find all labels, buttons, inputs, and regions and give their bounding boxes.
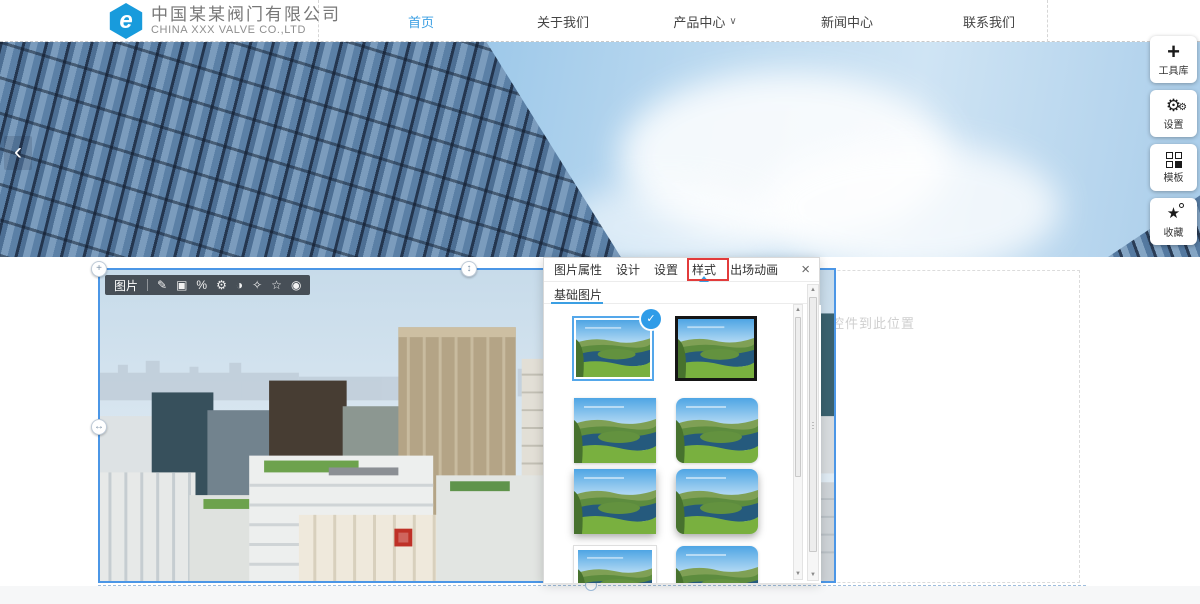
style-thumbnail[interactable] <box>676 546 758 583</box>
toolbar-type-label: 图片 <box>114 277 138 294</box>
chevron-down-icon: ∨ <box>729 16 736 27</box>
check-icon: ✓ <box>641 309 661 329</box>
nav-item-contact[interactable]: 联系我们 <box>918 0 1060 42</box>
template-grid-icon <box>1166 152 1182 168</box>
style-thumbnail[interactable] <box>574 398 656 463</box>
company-name-en: CHINA XXX VALVE CO.,LTD <box>151 24 341 37</box>
tab-image-properties[interactable]: 图片属性 <box>554 261 602 278</box>
templates-button[interactable]: 模板 <box>1150 144 1197 191</box>
style-thumbnail-grid: ✓ <box>544 305 821 583</box>
style-thumbnail[interactable] <box>675 316 757 381</box>
main-nav: 首页 关于我们 产品中心 ∨ 新闻中心 联系我们 <box>350 0 1060 42</box>
templates-label: 模板 <box>1164 169 1184 184</box>
banner-building-photo <box>0 42 640 257</box>
nav-item-products[interactable]: 产品中心 ∨ <box>634 0 776 42</box>
tab-settings[interactable]: 设置 <box>654 261 678 278</box>
star-badge-icon: ★ <box>1167 205 1180 223</box>
favorites-label: 收藏 <box>1164 224 1184 239</box>
scroll-down-icon[interactable]: ▼ <box>794 569 802 579</box>
close-icon[interactable]: × <box>801 261 810 279</box>
company-name: 中国某某阀门有限公司 <box>151 5 341 24</box>
image-edit-toolbar: 图片 ✎ ▣ % ⚙ ◑ ✧ ☆ ◉ <box>105 275 310 295</box>
image-style-popup: 图片属性 设计 设置 样式 出场动画 × 基础图片 ✓ ▲ ▼ <box>543 257 820 583</box>
subtab-active-underline <box>551 302 603 304</box>
effects-wand-icon[interactable]: ✧ <box>252 275 262 295</box>
nav-item-news[interactable]: 新闻中心 <box>776 0 918 42</box>
nav-item-home[interactable]: 首页 <box>350 0 492 42</box>
active-tab-pointer <box>699 276 709 282</box>
gear-icon[interactable]: ⚙ <box>216 275 227 295</box>
tab-entrance-animation[interactable]: 出场动画 <box>730 261 778 278</box>
resize-handle-top[interactable]: ↕ <box>461 261 477 277</box>
page-bottom-area <box>0 586 1200 604</box>
subtab-basic-images[interactable]: 基础图片 <box>554 286 602 303</box>
style-thumbnail[interactable] <box>574 469 656 534</box>
move-handle[interactable]: + <box>91 261 107 277</box>
carousel-prev-button[interactable]: ‹ <box>4 136 32 170</box>
editor-stage: ‹ e 中国某某阀门有限公司 CHINA XXX VALVE CO.,LTD 首… <box>0 0 1200 604</box>
nav-item-about[interactable]: 关于我们 <box>492 0 634 42</box>
gears-icon: ⚙⚙ <box>1166 97 1181 115</box>
scrollbar-thumb[interactable] <box>809 297 817 552</box>
style-thumbnail[interactable] <box>676 398 758 463</box>
scrollbar-thumb[interactable] <box>795 317 801 477</box>
hero-banner[interactable]: ‹ <box>0 42 1200 257</box>
site-logo[interactable]: e 中国某某阀门有限公司 CHINA XXX VALVE CO.,LTD <box>108 3 341 39</box>
resize-handle-left[interactable]: ↔ <box>91 419 107 435</box>
nav-item-products-label: 产品中心 <box>673 12 725 31</box>
site-header: e 中国某某阀门有限公司 CHINA XXX VALVE CO.,LTD 首页 … <box>0 0 1200 42</box>
crop-ratio-icon[interactable]: % <box>196 275 207 295</box>
outer-scrollbar[interactable]: ▲ ▼ <box>807 284 819 581</box>
replace-image-icon[interactable]: ▣ <box>176 275 187 295</box>
toolbox-label: 工具库 <box>1159 62 1189 77</box>
favorites-button[interactable]: ★ 收藏 <box>1150 198 1197 245</box>
style-thumbnail[interactable]: ✓ <box>572 316 654 381</box>
tab-design[interactable]: 设计 <box>616 261 640 278</box>
scroll-up-icon[interactable]: ▲ <box>808 285 818 295</box>
style-thumbnail[interactable] <box>676 469 758 534</box>
edit-pencil-icon[interactable]: ✎ <box>157 275 167 295</box>
plus-icon: + <box>1167 43 1180 61</box>
preview-eye-icon[interactable]: ◉ <box>291 275 301 295</box>
settings-label: 设置 <box>1164 116 1184 131</box>
inner-scrollbar[interactable]: ▲ ▼ <box>793 304 803 580</box>
toolbox-button[interactable]: + 工具库 <box>1150 36 1197 83</box>
scroll-up-icon[interactable]: ▲ <box>794 305 802 315</box>
popup-tabbar: 图片属性 设计 设置 样式 出场动画 <box>544 258 819 282</box>
popup-subtabbar: 基础图片 <box>544 283 819 304</box>
style-thumbnail[interactable] <box>574 546 656 583</box>
palette-icon[interactable]: ◑ <box>236 275 243 295</box>
favorite-star-icon[interactable]: ☆ <box>271 275 282 295</box>
scroll-down-icon[interactable]: ▼ <box>808 570 818 580</box>
toolbar-divider <box>147 279 148 291</box>
logo-mark-icon: e <box>108 3 144 39</box>
settings-button[interactable]: ⚙⚙ 设置 <box>1150 90 1197 137</box>
